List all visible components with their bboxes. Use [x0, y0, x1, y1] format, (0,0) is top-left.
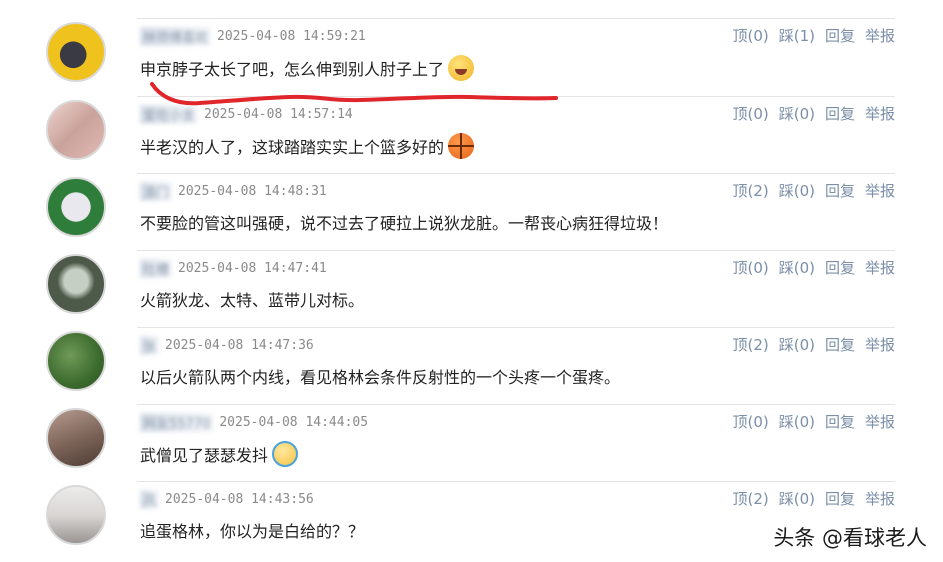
red-underline-annotation	[150, 82, 558, 106]
watermark: 头条 @看球老人	[773, 526, 927, 550]
